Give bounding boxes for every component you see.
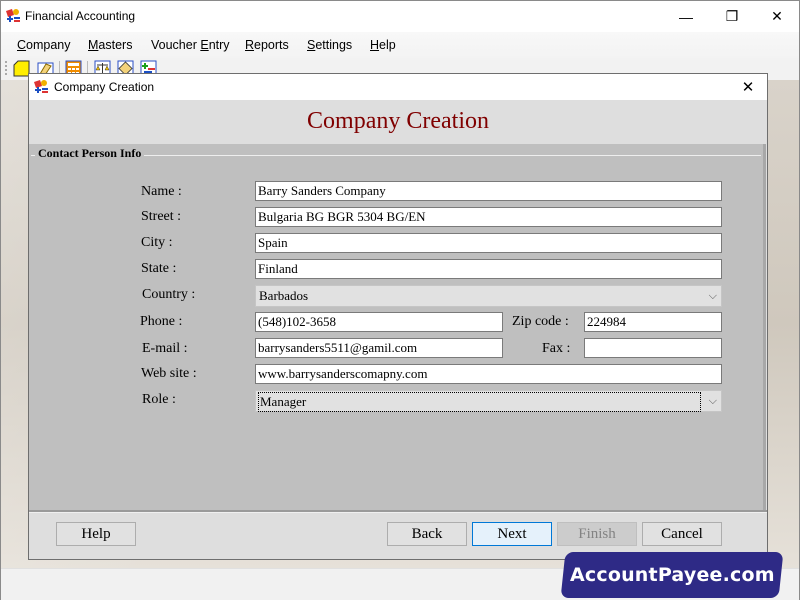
name-field[interactable] — [255, 181, 722, 201]
brand-watermark: AccountPayee.com — [560, 552, 784, 598]
minimize-icon: — — [679, 8, 693, 25]
website-field[interactable] — [255, 364, 722, 384]
street-label: Street : — [141, 209, 182, 224]
footer-divider — [29, 510, 767, 513]
menu-voucher-entry[interactable]: Voucher Entry — [151, 38, 230, 52]
fax-label: Fax : — [542, 341, 571, 356]
role-label: Role : — [142, 392, 176, 407]
minimize-button[interactable]: — — [663, 1, 709, 32]
dialog-titlebar: Company Creation ✕ — [29, 74, 767, 100]
city-field[interactable] — [255, 233, 722, 253]
close-icon: ✕ — [741, 79, 755, 96]
chevron-down-icon: ⌵ — [708, 395, 717, 407]
fax-field[interactable] — [584, 338, 722, 358]
back-button[interactable]: Back — [387, 522, 467, 546]
street-field[interactable] — [255, 207, 722, 227]
phone-label: Phone : — [140, 314, 183, 329]
zip-code-label: Zip code : — [512, 314, 569, 329]
group-title: Contact Person Info — [35, 146, 145, 161]
name-label: Name : — [141, 184, 182, 199]
chevron-down-icon: ⌵ — [708, 290, 717, 302]
state-label: State : — [141, 261, 177, 276]
app-titlebar: Financial Accounting — ❐ ✕ — [1, 1, 799, 32]
toolbar-grip[interactable] — [5, 61, 7, 77]
close-app-button[interactable]: ✕ — [754, 1, 800, 32]
role-value: Manager — [258, 392, 701, 412]
email-field[interactable] — [255, 338, 503, 358]
dialog-title: Company Creation — [54, 80, 155, 94]
country-select[interactable]: Barbados ⌵ — [255, 285, 722, 307]
contact-person-group: Contact Person Info Name : Street : City… — [29, 144, 766, 510]
app-logo-icon — [34, 80, 48, 93]
company-creation-dialog: Company Creation ✕ Company Creation Cont… — [28, 73, 768, 560]
restore-button[interactable]: ❐ — [709, 1, 755, 32]
menu-company[interactable]: Company — [17, 38, 71, 52]
dialog-close-button[interactable]: ✕ — [733, 74, 763, 100]
menu-settings[interactable]: Settings — [307, 38, 352, 52]
website-label: Web site : — [141, 366, 197, 381]
close-icon: ✕ — [771, 8, 783, 24]
next-button[interactable]: Next — [472, 522, 552, 546]
state-field[interactable] — [255, 259, 722, 279]
email-label: E-mail : — [142, 341, 188, 356]
brand-text: AccountPayee.com — [569, 564, 775, 586]
menu-masters[interactable]: Masters — [88, 38, 132, 52]
dialog-header: Company Creation — [29, 100, 767, 144]
restore-icon: ❐ — [725, 8, 739, 24]
phone-field[interactable] — [255, 312, 503, 332]
finish-button: Finish — [557, 522, 637, 546]
cancel-button[interactable]: Cancel — [642, 522, 722, 546]
menu-reports[interactable]: Reports — [245, 38, 289, 52]
zip-code-field[interactable] — [584, 312, 722, 332]
app-logo-icon — [6, 9, 20, 22]
role-select[interactable]: Manager ⌵ — [255, 390, 722, 412]
country-label: Country : — [142, 287, 196, 302]
page-title: Company Creation — [307, 108, 489, 134]
country-value: Barbados — [259, 288, 309, 303]
menu-help[interactable]: Help — [370, 38, 396, 52]
help-button[interactable]: Help — [56, 522, 136, 546]
city-label: City : — [141, 235, 173, 250]
app-title: Financial Accounting — [25, 9, 136, 23]
menubar: Company Masters Voucher Entry Reports Se… — [1, 32, 799, 58]
